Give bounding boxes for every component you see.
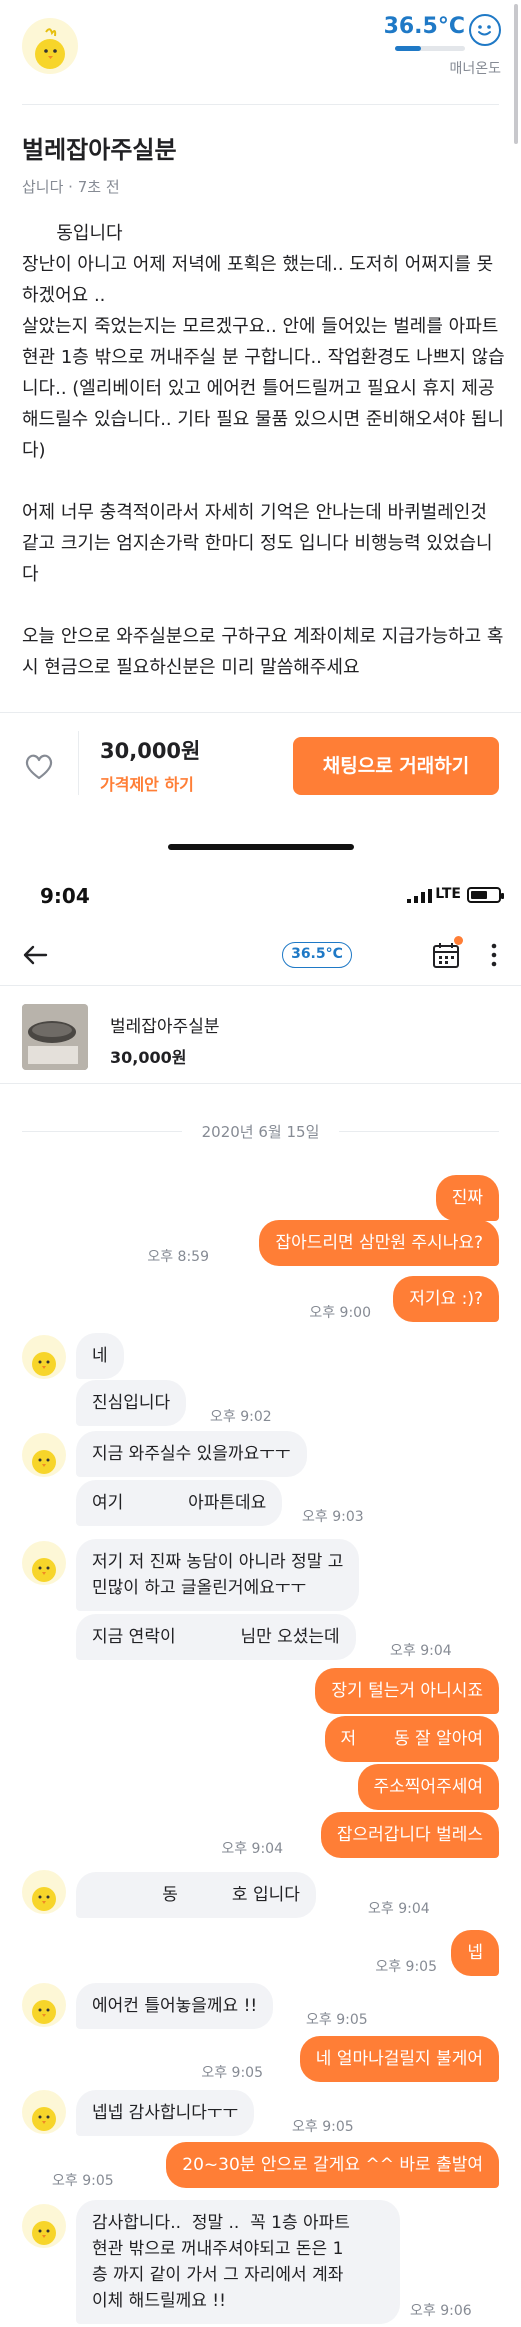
chat-message-mine[interactable]: 저 동 잘 알아여	[324, 1716, 499, 1762]
network-label: LTE	[435, 886, 461, 902]
chat-message-mine[interactable]: 잡으러갑니다 벌레스	[320, 1812, 499, 1858]
chat-message-partner[interactable]: 넵넵 감사합니다ㅜㅜ	[76, 2090, 255, 2136]
chick-avatar-icon	[32, 1887, 56, 1911]
product-title: 벌레잡아주실분	[110, 1017, 220, 1037]
message-time: 오후 9:04	[368, 1901, 430, 1917]
message-time: 오후 9:05	[292, 2119, 354, 2135]
message-time: 오후 9:04	[221, 1841, 283, 1857]
chick-avatar-icon	[35, 28, 65, 69]
divider	[22, 104, 499, 105]
chick-avatar-icon	[32, 1352, 56, 1376]
date-separator: 2020년 6월 15일	[0, 1121, 521, 1141]
chick-avatar-icon	[32, 2221, 56, 2245]
message-time: 오후 9:03	[302, 1509, 364, 1525]
partner-avatar[interactable]	[22, 1433, 66, 1477]
post-title: 벌레잡아주실분	[22, 136, 177, 164]
divider	[78, 731, 79, 795]
more-vertical-icon[interactable]	[489, 940, 499, 970]
product-thumbnail	[22, 1004, 88, 1070]
partner-avatar[interactable]	[22, 1335, 66, 1379]
partner-avatar[interactable]	[22, 1983, 66, 2027]
status-bar: 9:04 LTE	[0, 870, 521, 926]
chat-message-partner[interactable]: 동 호 입니다	[76, 1872, 316, 1918]
chat-message-partner[interactable]: 저기 저 진짜 농담이 아니라 정말 고 민많이 하고 글올린거에요ㅜㅜ	[76, 1539, 360, 1611]
chat-message-mine[interactable]: 진짜	[435, 1175, 499, 1221]
chat-message-mine[interactable]: 장기 털는거 아니시죠	[315, 1668, 499, 1714]
heart-icon[interactable]	[22, 749, 56, 783]
partner-avatar[interactable]	[22, 1870, 66, 1914]
price-offer-link[interactable]: 가격제안 하기	[100, 771, 194, 795]
chick-avatar-icon	[32, 1558, 56, 1582]
message-time: 오후 9:05	[52, 2173, 114, 2189]
message-time: 오후 9:05	[375, 1959, 437, 1975]
product-card[interactable]: 벌레잡아주실분 30,000원	[0, 986, 521, 1084]
product-price: 30,000원	[110, 1048, 187, 1067]
status-time: 9:04	[40, 884, 90, 908]
seller-avatar[interactable]	[22, 18, 78, 74]
chat-deal-button[interactable]: 채팅으로 거래하기	[293, 737, 499, 795]
message-time: 오후 9:06	[410, 2303, 472, 2319]
post-meta: 삽니다 · 7초 전	[22, 178, 120, 196]
manner-temperature-bar	[395, 46, 465, 51]
chick-avatar-icon	[32, 2000, 56, 2024]
signal-icon	[407, 889, 432, 903]
chat-message-partner[interactable]: 진심입니다	[76, 1380, 187, 1426]
chick-avatar-icon	[32, 1450, 56, 1474]
chat-message-partner[interactable]: 지금 연락이 님만 오셨는데	[76, 1614, 356, 1660]
partner-avatar[interactable]	[22, 2090, 66, 2134]
chick-avatar-icon	[32, 2107, 56, 2131]
post-price: 30,000원	[100, 739, 201, 763]
message-time: 오후 9:02	[210, 1409, 272, 1425]
chat-message-partner[interactable]: 여기 아파튼데요	[76, 1480, 283, 1526]
temperature-badge: 36.5°C	[282, 942, 352, 968]
back-arrow-icon[interactable]	[18, 938, 52, 972]
smiley-icon	[469, 14, 501, 46]
manner-temperature-bar-fill	[395, 46, 421, 51]
message-time: 오후 9:05	[201, 2065, 263, 2081]
chat-message-partner[interactable]: 감사합니다.. 정말 .. 꼭 1층 아파트 현관 밖으로 꺼내주셔야되고 돈은…	[76, 2200, 400, 2324]
chat-header: 36.5°C	[0, 926, 521, 986]
partner-avatar[interactable]	[22, 2204, 66, 2248]
manner-label: 매너온도	[449, 61, 501, 77]
chat-message-partner[interactable]: 지금 와주실수 있을까요ㅜㅜ	[76, 1431, 307, 1477]
battery-icon	[467, 887, 504, 903]
chat-message-mine[interactable]: 20~30분 안으로 갈게요 ^^ 바로 출발여	[166, 2142, 499, 2188]
bottom-action-bar: 30,000원 가격제안 하기 채팅으로 거래하기	[0, 712, 521, 838]
scroll-indicator[interactable]	[514, 4, 518, 144]
chat-message-partner[interactable]: 에어컨 틀어놓을께요 !!	[76, 1983, 274, 2029]
chat-message-mine[interactable]: 잡아드리면 삼만원 주시나요?	[259, 1220, 499, 1266]
message-time: 오후 9:05	[306, 2012, 368, 2028]
partner-avatar[interactable]	[22, 1541, 66, 1585]
chat-message-partner[interactable]: 네	[76, 1333, 124, 1379]
post-body: 동입니다 장난이 아니고 어제 저녁에 포획은 했는데.. 도저히 어쩌지를 못…	[22, 223, 505, 678]
manner-temperature: 36.5°C	[383, 14, 465, 39]
chat-message-mine[interactable]: 네 얼마나걸릴지 불게어	[299, 2036, 499, 2082]
post-detail: 36.5°C 매너온도 벌레잡아주실분 삽니다 · 7초 전 동입니다 장난이 …	[0, 0, 521, 838]
home-indicator	[168, 844, 354, 850]
chat-message-mine[interactable]: 저기요 :)?	[393, 1276, 499, 1322]
message-time: 오후 9:04	[390, 1643, 452, 1659]
notification-dot	[454, 936, 463, 945]
message-time: 오후 8:59	[147, 1249, 209, 1265]
chat-message-mine[interactable]: 주소찍어주세여	[357, 1764, 499, 1810]
chat-message-mine[interactable]: 넵	[451, 1930, 499, 1976]
message-time: 오후 9:00	[309, 1305, 371, 1321]
